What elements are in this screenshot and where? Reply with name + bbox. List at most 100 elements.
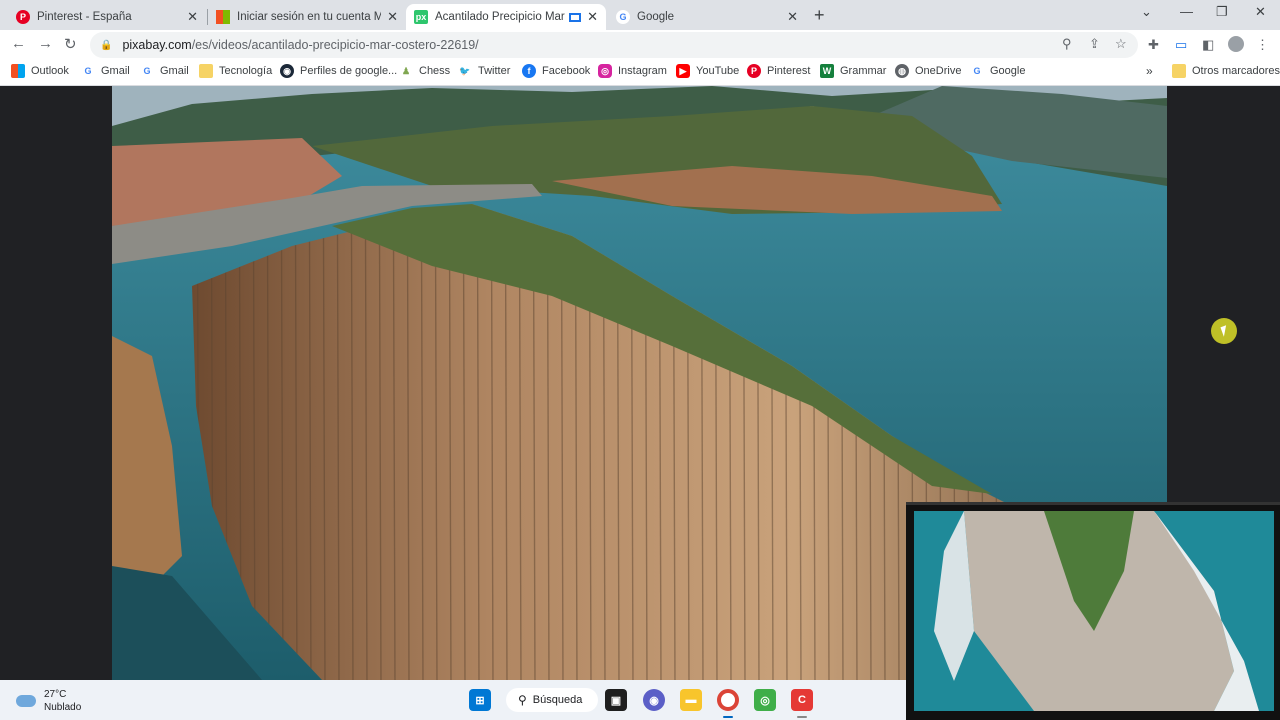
chrome-icon[interactable] <box>717 689 739 711</box>
bookmark-label: OneDrive <box>915 65 962 77</box>
bookmark-label: Google <box>990 65 1026 77</box>
bookmark-grammar[interactable]: W Grammar <box>820 64 886 78</box>
profile-avatar[interactable] <box>1228 36 1244 52</box>
globe-icon: ◍ <box>895 64 909 78</box>
google-icon: G <box>143 66 151 76</box>
bookmark-label: Gmail <box>160 65 189 77</box>
tab-title: Iniciar sesión en tu cuenta Microsoft <box>237 11 382 23</box>
url-path: /es/videos/acantilado-precipicio-mar-cos… <box>191 38 479 52</box>
file-explorer-icon[interactable]: ▬ <box>680 689 702 711</box>
bookmark-gmail-2[interactable]: G Gmail <box>140 64 189 78</box>
google-icon: G <box>616 10 630 24</box>
url-host: pixabay.com <box>122 38 192 52</box>
bookmark-youtube[interactable]: ▶ YouTube <box>676 64 739 78</box>
bookmark-folder-tecnologia[interactable]: Tecnología <box>199 64 272 78</box>
screen-recorder-icon[interactable]: C <box>791 689 813 711</box>
bookmark-label: YouTube <box>696 65 740 77</box>
teams-chat-icon[interactable]: ◉ <box>643 689 665 711</box>
tab-title: Acantilado Precipicio Mar - Pixabay <box>435 11 565 23</box>
bookmark-label: Facebook <box>542 65 591 77</box>
tab-google[interactable]: G Google ✕ <box>608 4 806 30</box>
google-icon: G <box>84 66 92 76</box>
other-bookmarks-folder[interactable]: Otros marcadores <box>1172 64 1280 78</box>
youtube-icon: ▶ <box>676 64 690 78</box>
instagram-icon: ◎ <box>598 64 612 78</box>
twitter-icon: 🐦 <box>459 65 471 76</box>
microsoft-icon <box>11 64 25 78</box>
open-app-indicator <box>797 716 807 718</box>
side-panel-icon[interactable]: ◧ <box>1202 37 1214 53</box>
active-app-indicator <box>723 716 733 718</box>
bookmark-label: Tecnología <box>219 65 273 77</box>
weather-condition: Nublado <box>44 702 82 713</box>
forward-button[interactable]: → <box>38 35 53 52</box>
folder-icon <box>1172 64 1186 78</box>
task-view-icon[interactable]: ▣ <box>605 689 627 711</box>
bookmark-outlook[interactable]: Outlook <box>11 64 69 78</box>
tab-search-icon[interactable]: ⌄ <box>1141 4 1152 20</box>
lock-icon: 🔒 <box>100 39 113 51</box>
extensions-icon[interactable]: ✚ <box>1148 37 1159 53</box>
bookmark-onedrive[interactable]: ◍ OneDrive <box>895 64 961 78</box>
reload-button[interactable]: ↻ <box>64 35 77 53</box>
google-icon: G <box>973 66 981 76</box>
bookmark-label: Chess <box>419 65 451 77</box>
aerial-cliff-image <box>914 511 1274 711</box>
chess-pawn-icon: ♟ <box>401 65 411 76</box>
bookmark-twitter[interactable]: 🐦 Twitter <box>458 64 510 78</box>
microsoft-icon <box>216 10 230 24</box>
bookmark-star-icon[interactable]: ☆ <box>1115 36 1127 52</box>
bookmark-instagram[interactable]: ◎ Instagram <box>598 64 667 78</box>
zoom-icon[interactable]: ⚲ <box>1062 36 1072 52</box>
bookmark-gmail[interactable]: G Gmail <box>81 64 130 78</box>
start-windows-icon[interactable]: ⊞ <box>469 689 491 711</box>
weather-widget[interactable]: 27°C Nublado <box>16 688 81 714</box>
bookmark-label: Gmail <box>101 65 130 77</box>
pinterest-icon: P <box>16 10 30 24</box>
monitor-photo <box>914 511 1274 711</box>
tab-title: Google <box>637 11 675 23</box>
bookmark-label: Perfiles de google... <box>300 65 398 77</box>
bookmark-label: Grammar <box>840 65 887 77</box>
close-icon[interactable]: ✕ <box>187 9 198 25</box>
bookmark-pinterest[interactable]: P Pinterest <box>747 64 810 78</box>
share-icon[interactable]: ⇪ <box>1089 36 1100 52</box>
bookmark-label: Instagram <box>618 65 667 77</box>
more-bookmarks-chevron-icon[interactable]: » <box>1146 64 1153 78</box>
bookmark-label: Twitter <box>478 65 511 77</box>
address-bar[interactable]: 🔒 pixabay.com/es/videos/acantilado-preci… <box>90 32 1138 58</box>
grammar-icon: W <box>820 64 834 78</box>
back-button[interactable]: ← <box>11 35 26 52</box>
tab-pinterest[interactable]: P Pinterest - España ✕ <box>8 4 206 30</box>
cast-icon[interactable]: ▭ <box>1175 37 1187 53</box>
camera-overlay <box>906 502 1280 720</box>
steam-icon: ◉ <box>280 64 294 78</box>
bookmark-google[interactable]: G Google <box>970 64 1025 78</box>
camera-app-icon[interactable]: ◎ <box>754 689 776 711</box>
windows-taskbar: 27°C Nublado ⊞ ⚲ Búsqueda ▣ ◉ ▬ ◎ C <box>0 680 906 720</box>
bookmark-label: Otros marcadores <box>1192 65 1280 77</box>
taskbar-search[interactable]: ⚲ Búsqueda <box>506 688 598 712</box>
close-window-button[interactable]: ✕ <box>1255 4 1266 20</box>
tab-microsoft[interactable]: Iniciar sesión en tu cuenta Microsoft ✕ <box>208 4 406 30</box>
folder-icon <box>199 64 213 78</box>
bookmark-perfiles[interactable]: ◉ Perfiles de google... <box>280 64 397 78</box>
close-icon[interactable]: ✕ <box>387 9 398 25</box>
pixabay-icon: px <box>414 10 428 24</box>
bookmark-chess[interactable]: ♟ Chess <box>399 64 450 78</box>
tab-strip: P Pinterest - España ✕ Iniciar sesión en… <box>0 0 1280 30</box>
bookmarks-bar: Outlook G Gmail G Gmail Tecnología ◉ Per… <box>0 60 1280 86</box>
bookmark-label: Outlook <box>31 65 69 77</box>
tab-pixabay[interactable]: px Acantilado Precipicio Mar - Pixabay ✕ <box>406 4 606 30</box>
bookmark-label: Pinterest <box>767 65 811 77</box>
restore-button[interactable]: ❐ <box>1216 4 1228 20</box>
minimize-button[interactable]: — <box>1180 4 1193 19</box>
new-tab-button[interactable]: + <box>814 5 825 26</box>
cast-icon <box>569 12 582 22</box>
browser-toolbar: ← → ↻ 🔒 pixabay.com/es/videos/acantilado… <box>0 30 1280 60</box>
search-label: Búsqueda <box>532 694 583 706</box>
close-icon[interactable]: ✕ <box>587 9 598 25</box>
close-icon[interactable]: ✕ <box>787 9 798 25</box>
menu-icon[interactable]: ⋮ <box>1256 37 1269 53</box>
bookmark-facebook[interactable]: f Facebook <box>522 64 590 78</box>
